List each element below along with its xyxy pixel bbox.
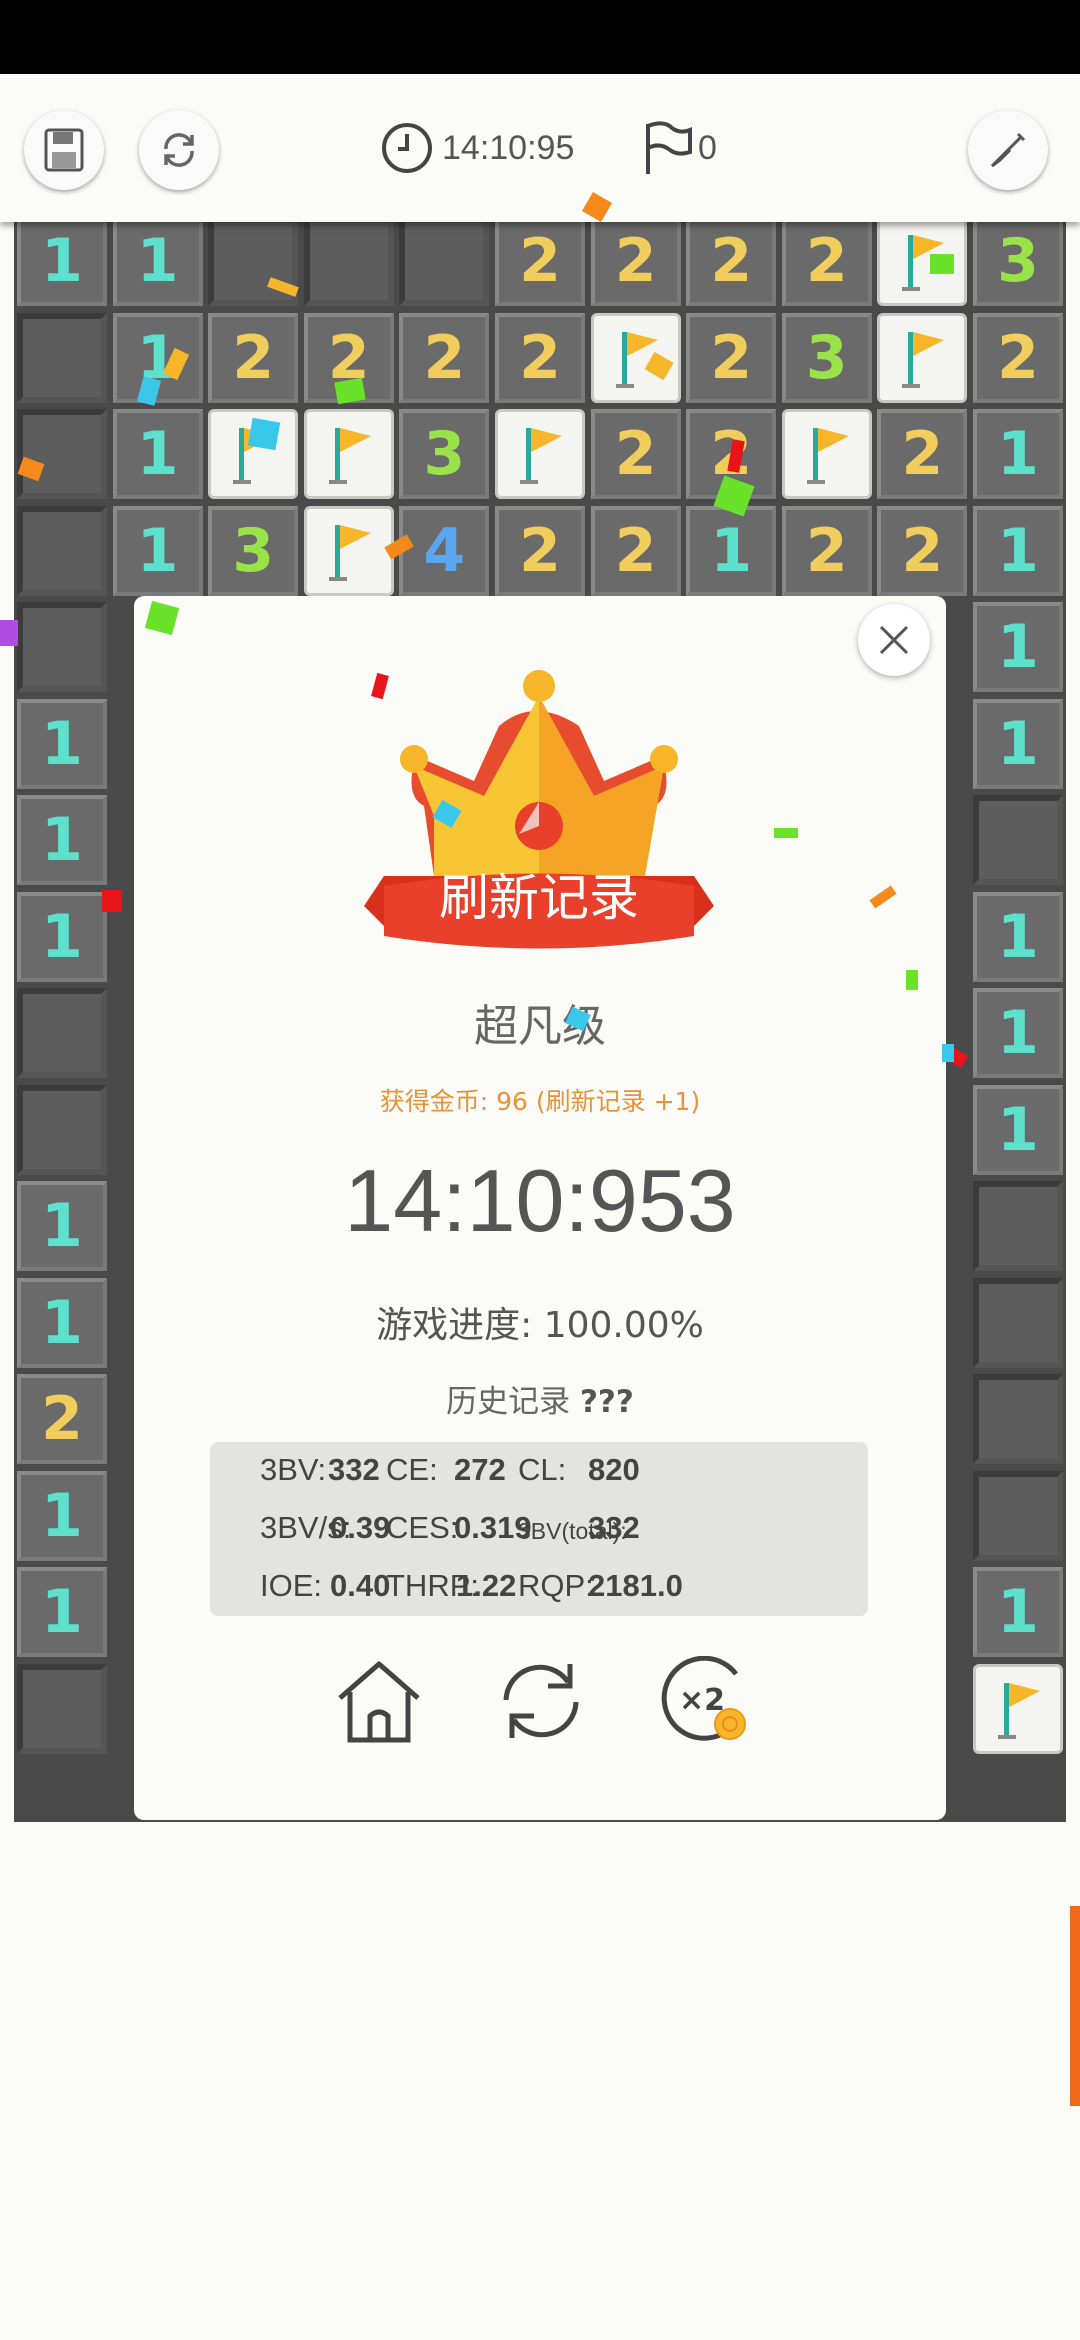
- confetti-overlay: [0, 191, 969, 1069]
